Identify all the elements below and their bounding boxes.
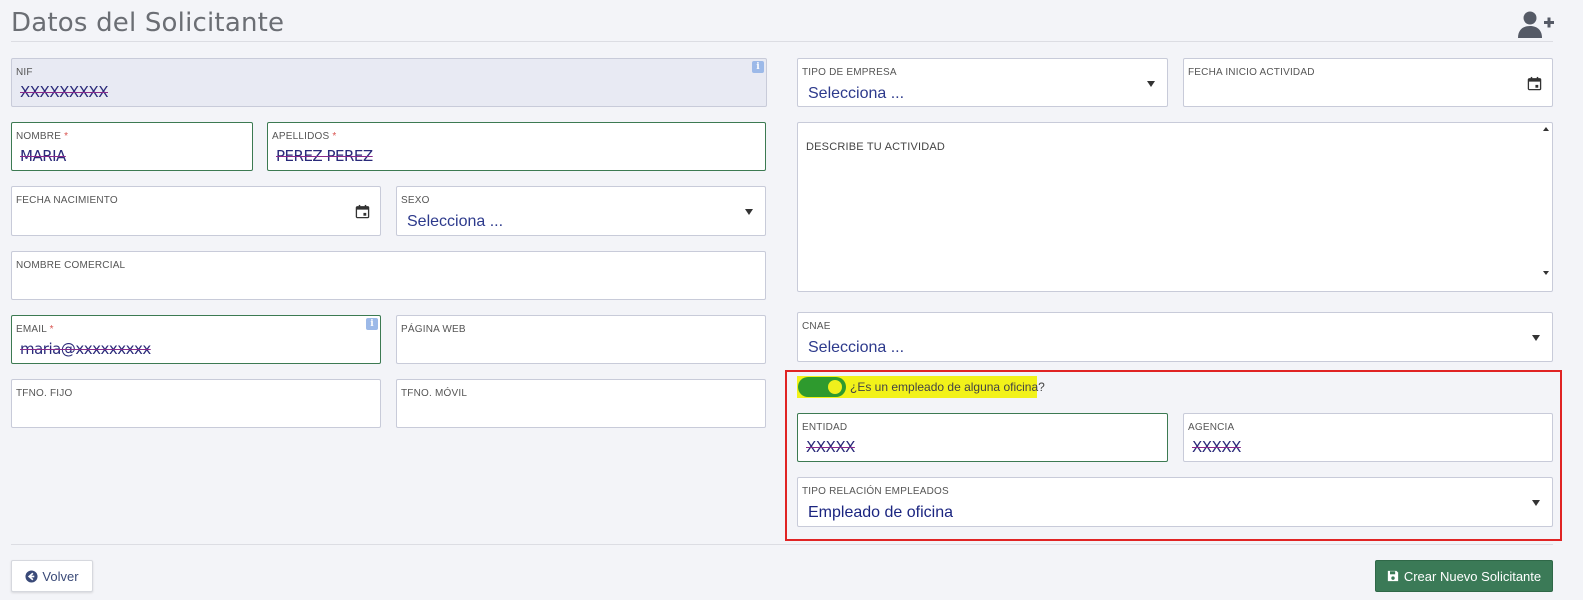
required-marker: *: [332, 131, 337, 142]
nombre-label: NOMBRE: [16, 131, 62, 142]
crear-solicitante-button[interactable]: Crear Nuevo Solicitante: [1375, 560, 1553, 592]
agencia-field[interactable]: AGENCIA XXXXX: [1183, 413, 1553, 462]
tipo-empresa-label: TIPO DE EMPRESA: [802, 67, 897, 78]
footer-divider: [11, 544, 1553, 545]
required-marker: *: [64, 131, 69, 142]
calendar-icon[interactable]: [1527, 76, 1542, 91]
fecha-inicio-label: FECHA INICIO ACTIVIDAD: [1188, 67, 1315, 78]
fecha-inicio-field[interactable]: FECHA INICIO ACTIVIDAD: [1183, 58, 1553, 107]
save-icon: [1387, 570, 1398, 582]
tipo-relacion-value: Empleado de oficina: [808, 504, 953, 521]
volver-label: Volver: [42, 568, 79, 584]
cnae-select[interactable]: CNAE Selecciona ...: [797, 312, 1553, 362]
email-value: maria@xxxxxxxxx: [20, 340, 151, 358]
apellidos-value: PEREZ PEREZ: [276, 147, 373, 165]
entidad-label: ENTIDAD: [802, 422, 848, 433]
tipo-relacion-select[interactable]: TIPO RELACIÓN EMPLEADOS Empleado de ofic…: [797, 477, 1553, 527]
chevron-down-icon: [745, 209, 753, 215]
scroll-up-icon[interactable]: [1543, 127, 1549, 131]
user-plus-icon: [1518, 11, 1554, 38]
agencia-value: XXXXX: [1192, 438, 1241, 456]
entidad-value: XXXXX: [806, 438, 855, 456]
tfno-fijo-label: TFNO. FIJO: [16, 388, 73, 399]
arrow-left-circle-icon: [25, 569, 38, 583]
tfno-movil-field[interactable]: TFNO. MÓVIL: [396, 379, 766, 428]
nombre-field[interactable]: NOMBRE * MARIA: [11, 122, 253, 171]
add-user-button[interactable]: [1516, 10, 1556, 40]
chevron-down-icon: [1532, 500, 1540, 506]
tfno-movil-label: TFNO. MÓVIL: [401, 388, 468, 399]
fecha-nacimiento-field[interactable]: FECHA NACIMIENTO: [11, 186, 381, 236]
nif-label: NIF: [16, 67, 33, 78]
scroll-down-icon[interactable]: [1543, 271, 1549, 275]
info-icon[interactable]: i: [366, 318, 378, 330]
sexo-placeholder: Selecciona ...: [407, 213, 504, 230]
sexo-label: SEXO: [401, 195, 430, 206]
pagina-web-field[interactable]: PÁGINA WEB: [396, 315, 766, 364]
required-marker: *: [49, 324, 54, 335]
chevron-down-icon: [1147, 81, 1155, 87]
apellidos-label: APELLIDOS: [272, 131, 330, 142]
toggle-knob: [828, 380, 842, 394]
empleado-toggle-label: ¿Es un empleado de alguna oficina?: [850, 380, 1045, 394]
email-field[interactable]: EMAIL * maria@xxxxxxxxx i: [11, 315, 381, 364]
info-icon[interactable]: i: [752, 61, 764, 73]
cnae-placeholder: Selecciona ...: [808, 339, 905, 356]
entidad-field[interactable]: ENTIDAD XXXXX: [797, 413, 1168, 462]
nombre-comercial-label: NOMBRE COMERCIAL: [16, 260, 126, 271]
title-divider: [11, 41, 1553, 42]
pagina-web-label: PÁGINA WEB: [401, 324, 466, 335]
nif-field[interactable]: NIF XXXXXXXXX i: [11, 58, 767, 107]
tfno-fijo-field[interactable]: TFNO. FIJO: [11, 379, 381, 428]
agencia-label: AGENCIA: [1188, 422, 1235, 433]
crear-solicitante-label: Crear Nuevo Solicitante: [1403, 568, 1542, 584]
nif-value: XXXXXXXXX: [20, 83, 108, 101]
fecha-nacimiento-label: FECHA NACIMIENTO: [16, 195, 118, 206]
nombre-comercial-field[interactable]: NOMBRE COMERCIAL: [11, 251, 766, 300]
chevron-down-icon: [1532, 335, 1540, 341]
describe-actividad-textarea[interactable]: [797, 122, 1553, 292]
volver-button[interactable]: Volver: [11, 560, 93, 592]
page-title: Datos del Solicitante: [11, 8, 285, 38]
tipo-relacion-label: TIPO RELACIÓN EMPLEADOS: [802, 486, 949, 497]
cnae-label: CNAE: [802, 321, 831, 332]
empleado-toggle[interactable]: [798, 377, 846, 397]
sexo-select[interactable]: SEXO Selecciona ...: [396, 186, 766, 236]
tipo-empresa-placeholder: Selecciona ...: [808, 85, 905, 102]
nombre-value: MARIA: [20, 147, 66, 165]
email-label: EMAIL: [16, 324, 47, 335]
tipo-empresa-select[interactable]: TIPO DE EMPRESA Selecciona ...: [797, 58, 1168, 107]
calendar-icon[interactable]: [355, 204, 370, 219]
apellidos-field[interactable]: APELLIDOS * PEREZ PEREZ: [267, 122, 766, 171]
